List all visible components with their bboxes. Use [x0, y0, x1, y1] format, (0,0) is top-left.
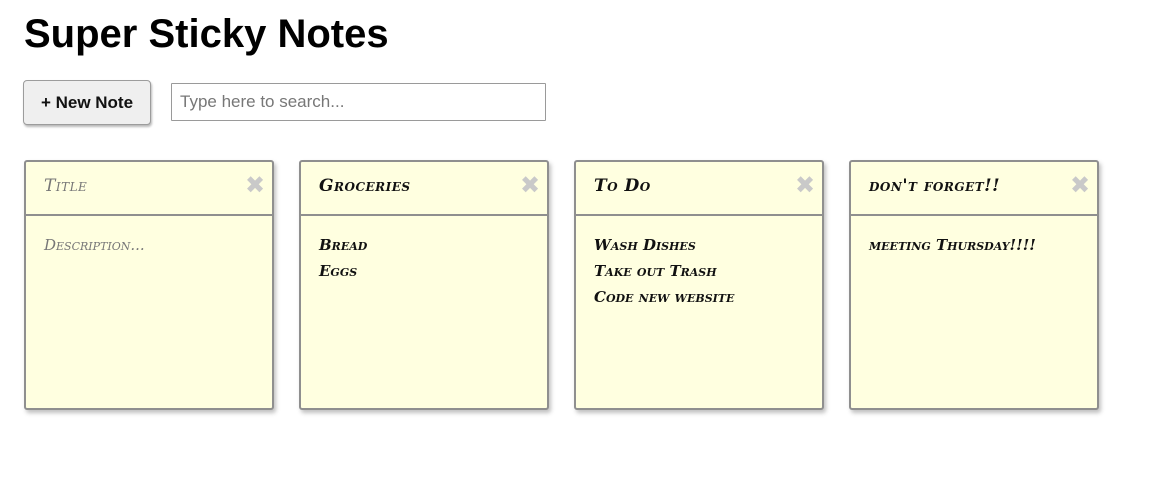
note-title-input[interactable]: Groceries: [301, 162, 547, 216]
note-description-input[interactable]: Description...: [44, 232, 260, 258]
close-icon[interactable]: ✖: [244, 172, 266, 198]
close-icon[interactable]: ✖: [794, 172, 816, 198]
note-description-input[interactable]: meeting Thursday!!!!: [869, 232, 1085, 258]
close-icon[interactable]: ✖: [1069, 172, 1091, 198]
note-card: Title ✖ Description...: [24, 160, 274, 410]
notes-list: Title ✖ Description... Groceries ✖ Bread…: [24, 160, 1104, 415]
note-card: To Do ✖ Wash Dishes Take out Trash Code …: [574, 160, 824, 410]
close-icon[interactable]: ✖: [519, 172, 541, 198]
note-description-input[interactable]: Wash Dishes Take out Trash Code new webs…: [594, 232, 810, 310]
note-card: Groceries ✖ Bread Eggs: [299, 160, 549, 410]
new-note-button[interactable]: + New Note: [23, 80, 151, 125]
note-title-input[interactable]: Title: [26, 162, 272, 216]
page-title: Super Sticky Notes: [24, 12, 389, 56]
note-card: don't forget!! ✖ meeting Thursday!!!!: [849, 160, 1099, 410]
note-description-input[interactable]: Bread Eggs: [319, 232, 535, 284]
note-title-input[interactable]: To Do: [576, 162, 822, 216]
search-input[interactable]: [171, 83, 546, 121]
note-title-input[interactable]: don't forget!!: [851, 162, 1097, 216]
